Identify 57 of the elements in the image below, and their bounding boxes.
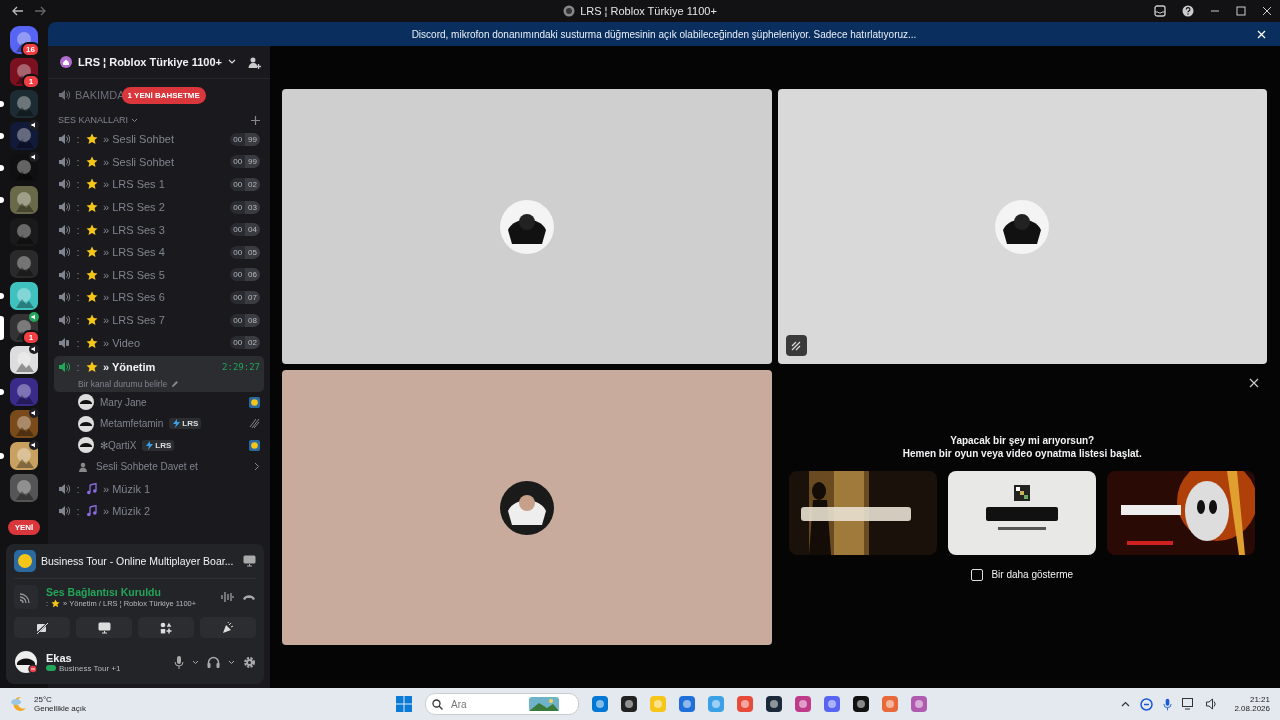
channel-separator: :	[75, 223, 81, 236]
category-header[interactable]: SES KANALLARI	[58, 115, 129, 125]
channel-name[interactable]: » Müzik 1	[103, 482, 151, 495]
member-name[interactable]: Mary Jane	[100, 396, 147, 408]
temperature[interactable]: 25°C	[34, 695, 87, 704]
notification-badge: 1	[22, 74, 40, 89]
member-name[interactable]: Metamfetamin	[100, 418, 164, 430]
channel-separator: :	[75, 291, 81, 304]
channel-name[interactable]: » LRS Ses 2	[103, 201, 165, 214]
selected-channel[interactable]: : » Yönetim 2:29:27 Bir kanal durumu belirle	[54, 355, 264, 392]
member-name[interactable]: ✻QartiX	[100, 439, 137, 451]
server-name[interactable]: LRS ¦ Roblox Türkiye 1100+	[78, 56, 222, 68]
channel-separator: :	[75, 155, 81, 168]
channel-name[interactable]: » LRS Ses 3	[103, 223, 165, 236]
channel-separator: :	[75, 178, 81, 191]
clock-time[interactable]: 21:21	[1249, 695, 1270, 704]
mention-badge[interactable]: 1 YENİ BAHSETME	[121, 86, 206, 104]
channel-name[interactable]: » Sesli Sohbet	[103, 155, 174, 168]
channel-separator: :	[75, 246, 81, 259]
channel-separator: :	[75, 201, 81, 214]
channel-separator: :	[75, 505, 81, 518]
channel-separator: :	[75, 133, 81, 146]
user-activity: Business Tour +1	[59, 663, 121, 673]
username[interactable]: Ekas	[46, 651, 121, 664]
tag-text: LRS	[182, 419, 199, 429]
channel-name[interactable]: » Yönetim	[103, 361, 156, 374]
channel-name[interactable]: » Video	[103, 336, 141, 349]
channel-name[interactable]: » LRS Ses 7	[103, 314, 165, 327]
connection-status[interactable]: Ses Bağlantısı Kuruldu	[46, 586, 197, 598]
tag-text: LRS	[155, 440, 172, 450]
channel-name[interactable]: » Müzik 2	[103, 505, 151, 518]
notification-badge: 1	[22, 330, 40, 345]
channel-name[interactable]: » LRS Ses 6	[103, 291, 165, 304]
search-bar[interactable]: Ara	[425, 693, 579, 715]
channel-separator: :	[75, 482, 81, 495]
channel-name[interactable]: » LRS Ses 4	[103, 246, 165, 259]
channel-name[interactable]: » Sesli Sohbet	[103, 133, 174, 146]
channel-name[interactable]: » LRS Ses 5	[103, 268, 165, 281]
window-title: LRS ¦ Roblox Türkiye 1100+	[580, 5, 717, 17]
new-button[interactable]: YENİ	[7, 520, 41, 535]
search-field[interactable]: Ara	[449, 697, 523, 711]
channel-separator: :	[75, 361, 81, 374]
call-timer: 2:29:27	[222, 362, 260, 373]
clock-date[interactable]: 2.08.2026	[1234, 704, 1270, 713]
promo-subheading: Hemen bir oyun veya video oynatma listesi başlat.	[902, 447, 1142, 459]
activity-title[interactable]: Business Tour - Online Multiplayer Boar...	[41, 555, 234, 567]
channel-name[interactable]: » LRS Ses 1	[103, 178, 165, 191]
notification-badge: 16	[21, 42, 40, 57]
channel-separator: :	[75, 336, 81, 349]
checkbox-label[interactable]: Bir daha gösterme	[991, 569, 1074, 580]
channel-separator: :	[75, 314, 81, 327]
promo-heading: Yapacak bir şey mi arıyorsun?	[950, 434, 1095, 446]
weather-description[interactable]: Genellikle açık	[34, 704, 87, 713]
channel-separator: :	[75, 268, 81, 281]
invite-link[interactable]: Sesli Sohbete Davet et	[96, 461, 198, 473]
channel-status[interactable]: Bir kanal durumu belirle	[78, 378, 168, 389]
notice-text: Discord, mikrofon donanımındaki susturma düğmesinin açık olabileceğinden şüpheleniyor. Sadece hatırlatıyoruz...	[411, 28, 917, 40]
